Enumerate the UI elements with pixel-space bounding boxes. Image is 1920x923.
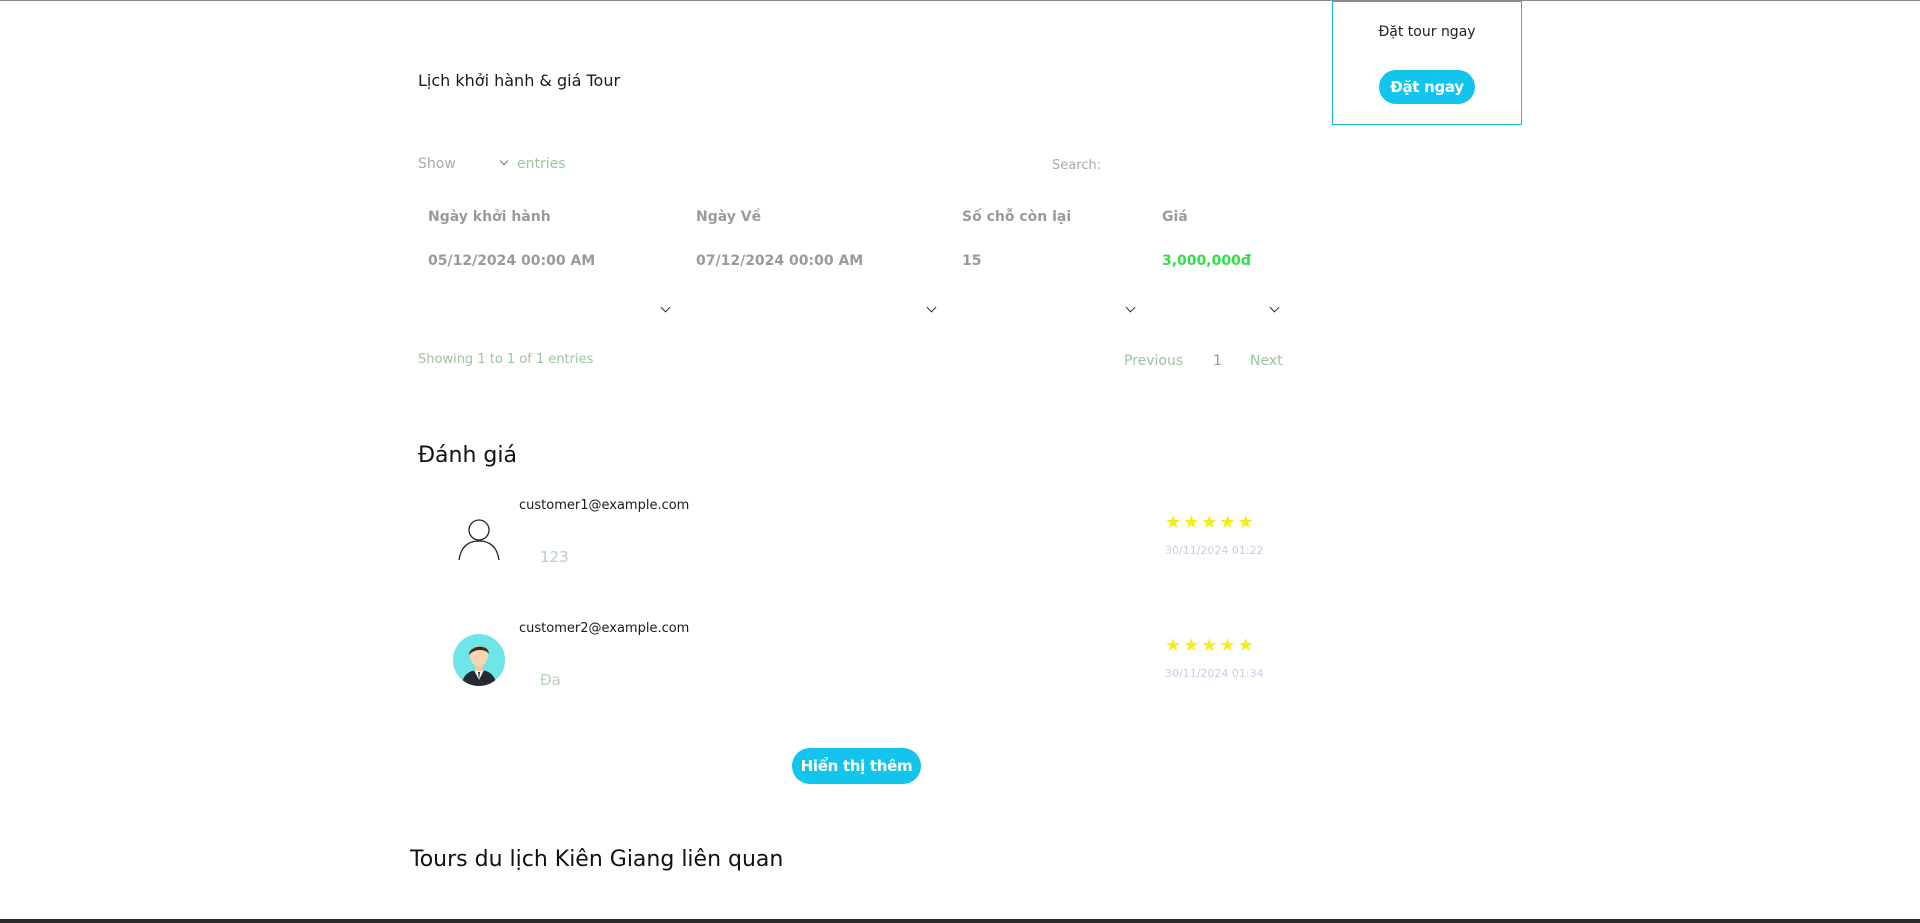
chevron-down-icon (660, 302, 671, 313)
review-date: 30/11/2024 01:22 (1165, 544, 1264, 557)
cell-seats: 15 (962, 253, 982, 269)
booking-text: Đặt tour ngay (1378, 24, 1476, 40)
column-header-price[interactable]: Giá (1162, 209, 1188, 225)
search-label: Search: (1052, 158, 1102, 173)
avatar (453, 634, 505, 686)
table-info: Showing 1 to 1 of 1 entries (418, 352, 594, 367)
reviews-title: Đánh giá (418, 443, 517, 468)
bottom-edge (0, 919, 1920, 923)
cell-depart: 05/12/2024 00:00 AM (428, 253, 596, 269)
show-label: Show (418, 156, 456, 172)
pagination-page-1[interactable]: 1 (1213, 353, 1222, 369)
chevron-down-icon (499, 156, 509, 166)
filter-select-return[interactable] (696, 300, 942, 324)
review-email: customer2@example.com (519, 621, 690, 636)
search-input[interactable] (1110, 152, 1280, 178)
filter-select-seats[interactable] (962, 300, 1144, 324)
top-border (0, 0, 1920, 1)
review-text: Đa (540, 671, 561, 689)
show-more-reviews-button[interactable]: Hiển thị thêm (792, 748, 921, 784)
cell-price: 3,000,000đ (1162, 253, 1251, 269)
user-outline-icon (455, 514, 503, 562)
filter-select-depart[interactable] (428, 300, 676, 324)
schedule-title: Lịch khởi hành & giá Tour (418, 71, 621, 90)
filter-select-price[interactable] (1162, 300, 1284, 324)
entries-per-page-select[interactable] (462, 152, 512, 176)
chevron-down-icon (1125, 302, 1136, 313)
pagination-previous[interactable]: Previous (1124, 353, 1183, 369)
review-date: 30/11/2024 01:34 (1165, 667, 1264, 680)
chevron-down-icon (926, 302, 937, 313)
pagination-next[interactable]: Next (1250, 353, 1283, 369)
review-text: 123 (540, 548, 569, 566)
booking-box: Đặt tour ngay Đặt ngay (1332, 1, 1522, 125)
related-tours-title: Tours du lịch Kiên Giang liên quan (410, 847, 784, 872)
entries-label: entries (517, 156, 566, 172)
chevron-down-icon (1269, 302, 1280, 313)
review-email: customer1@example.com (519, 498, 690, 513)
column-header-seats[interactable]: Số chỗ còn lại (962, 209, 1071, 225)
cell-return: 07/12/2024 00:00 AM (696, 253, 864, 269)
book-now-button[interactable]: Đặt ngay (1379, 70, 1475, 104)
column-header-depart[interactable]: Ngày khởi hành (428, 209, 551, 225)
rating-stars: ★★★★★ (1165, 635, 1256, 656)
column-header-return[interactable]: Ngày Về (696, 209, 761, 225)
rating-stars: ★★★★★ (1165, 512, 1256, 533)
